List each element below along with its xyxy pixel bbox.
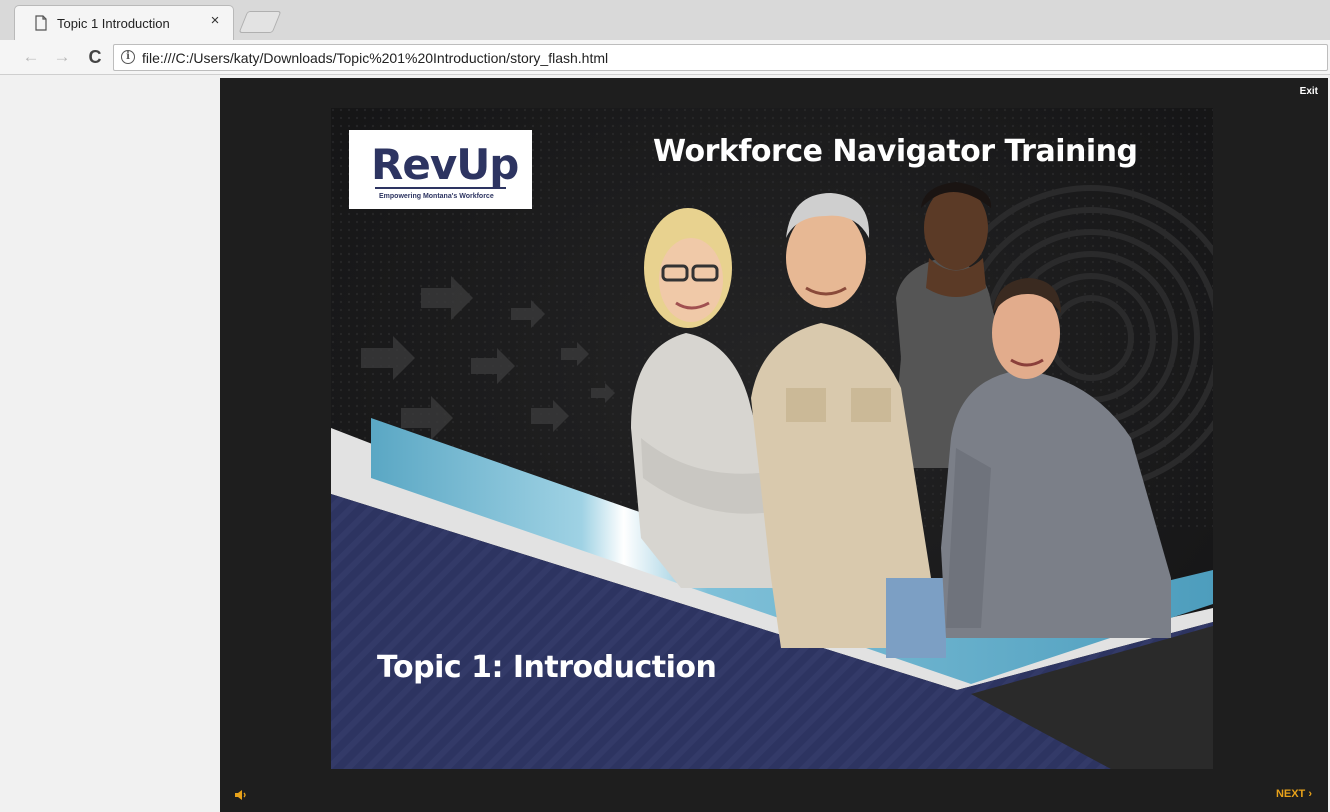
forward-arrow-icon[interactable]: → bbox=[51, 46, 73, 68]
topic-title: Topic 1: Introduction bbox=[377, 650, 717, 685]
exit-button[interactable]: Exit bbox=[1300, 86, 1318, 97]
logo-wordmark: RevUp bbox=[371, 140, 519, 189]
logo-tagline: Empowering Montana's Workforce bbox=[379, 193, 494, 200]
tab-title: Topic 1 Introduction bbox=[57, 16, 170, 31]
logo-underline bbox=[375, 187, 506, 189]
tab-close-icon[interactable]: × bbox=[207, 13, 223, 29]
revup-logo: RevUp Empowering Montana's Workforce bbox=[349, 130, 532, 209]
back-arrow-icon[interactable]: ← bbox=[20, 46, 42, 68]
title-slide: RevUp Empowering Montana's Workforce Wor… bbox=[331, 108, 1213, 769]
reload-icon[interactable]: C bbox=[84, 46, 106, 68]
browser-tab-strip: Topic 1 Introduction × bbox=[0, 0, 1330, 41]
new-tab-button[interactable] bbox=[238, 11, 282, 33]
info-icon[interactable]: i bbox=[121, 50, 135, 64]
url-text[interactable]: file:///C:/Users/katy/Downloads/Topic%20… bbox=[142, 50, 608, 66]
address-bar[interactable]: i file:///C:/Users/katy/Downloads/Topic%… bbox=[113, 44, 1328, 71]
page-icon bbox=[35, 15, 47, 31]
slide-title: Workforce Navigator Training bbox=[653, 134, 1138, 169]
browser-tab[interactable]: Topic 1 Introduction × bbox=[14, 5, 234, 41]
browser-toolbar: ← → C i file:///C:/Users/katy/Downloads/… bbox=[0, 40, 1330, 75]
next-button[interactable]: NEXT › bbox=[1276, 788, 1312, 800]
speaker-icon[interactable] bbox=[234, 788, 248, 802]
course-player: Exit RevUp Empowering Montana's Workforc… bbox=[220, 78, 1328, 812]
